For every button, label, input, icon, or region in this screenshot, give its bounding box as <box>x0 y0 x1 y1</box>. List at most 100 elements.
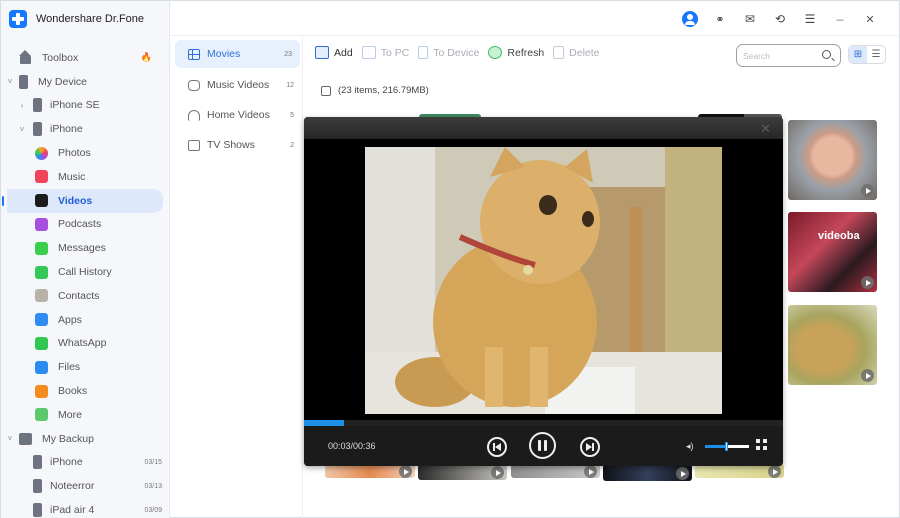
play-icon <box>861 276 874 289</box>
sidebar-item-label: Podcasts <box>58 218 102 231</box>
home-video-icon <box>188 109 200 121</box>
sidebar-item-call-history[interactable]: Call History <box>1 260 170 284</box>
backup-date: 03/09 <box>144 506 162 514</box>
category-count: 5 <box>290 111 294 119</box>
film-icon <box>188 48 200 60</box>
apple-tv-icon <box>35 194 48 208</box>
category-movies[interactable]: Movies 23 <box>175 40 300 68</box>
to-device-button[interactable]: To Device <box>418 46 479 59</box>
sidebar-item-podcasts[interactable]: Podcasts <box>1 213 170 237</box>
video-thumbnail[interactable] <box>325 464 415 478</box>
mail-button[interactable]: ✉ <box>735 10 765 28</box>
phone-call-icon <box>35 265 48 279</box>
search-icon[interactable] <box>822 50 831 59</box>
video-thumbnail[interactable] <box>788 120 877 200</box>
sidebar-item-more[interactable]: More <box>1 403 170 427</box>
video-player: ✕ 00:03/00:36 ◂) <box>304 117 783 466</box>
play-icon <box>676 467 689 480</box>
volume-fill <box>705 445 727 448</box>
select-all-checkbox[interactable] <box>321 85 331 96</box>
add-button[interactable]: Add <box>315 46 353 59</box>
category-tv-shows[interactable]: TV Shows 2 <box>171 130 302 160</box>
sidebar-item-ipad-air-4[interactable]: iPad air 4 03/09 <box>1 498 170 518</box>
phone-icon <box>33 455 42 470</box>
add-icon <box>315 46 329 59</box>
video-thumbnail[interactable] <box>788 305 877 385</box>
sidebar-item-iphone-se[interactable]: › iPhone SE <box>1 94 170 118</box>
sidebar-item-books[interactable]: Books <box>1 379 170 403</box>
sidebar-item-label: Files <box>58 361 81 374</box>
phone-icon <box>33 503 42 518</box>
sidebar-item-label: My Device <box>38 75 88 88</box>
sidebar-item-label: Messages <box>58 242 106 255</box>
history-button[interactable]: ⟲ <box>765 10 795 28</box>
previous-button[interactable] <box>487 437 507 457</box>
play-icon <box>861 369 874 382</box>
video-thumbnail[interactable] <box>603 464 692 481</box>
headset-icon: ⚭ <box>715 13 725 26</box>
select-all-row: (23 items, 216.79MB) <box>321 85 429 96</box>
sidebar-item-iphone[interactable]: iPhone 03/15 <box>1 451 170 475</box>
category-label: Home Videos <box>207 109 270 121</box>
sidebar-item-messages[interactable]: Messages <box>1 236 170 260</box>
sidebar-item-my-device[interactable]: ˅ My Device <box>1 70 170 94</box>
sidebar-item-contacts[interactable]: Contacts <box>1 284 170 308</box>
chevron-down-icon[interactable]: ˅ <box>17 125 27 134</box>
volume-slider[interactable] <box>705 442 749 451</box>
video-frame[interactable] <box>365 147 722 414</box>
app-store-icon <box>35 313 48 327</box>
search-input[interactable] <box>743 50 819 61</box>
sidebar-item-toolbox[interactable]: Toolbox 🔥 <box>1 46 170 70</box>
category-music-videos[interactable]: Music Videos 12 <box>171 70 302 100</box>
volume-icon[interactable]: ◂) <box>686 441 694 452</box>
account-icon <box>682 11 698 27</box>
fullscreen-icon[interactable] <box>756 439 767 450</box>
brand: Wondershare Dr.Fone <box>9 9 144 29</box>
sidebar-item-videos[interactable]: Videos <box>2 188 163 213</box>
sidebar-item-photos[interactable]: Photos <box>1 141 170 165</box>
video-thumbnail[interactable]: videoba <box>788 212 877 292</box>
sidebar-item-files[interactable]: Files <box>1 355 170 379</box>
player-close-button[interactable]: ✕ <box>760 121 771 137</box>
sidebar-item-whatsapp[interactable]: WhatsApp <box>1 332 170 356</box>
music-icon <box>35 170 48 184</box>
tv-icon <box>188 139 200 151</box>
sidebar-item-label: My Backup <box>42 432 94 445</box>
minimize-button[interactable]: – <box>825 10 855 28</box>
add-label: Add <box>334 46 353 59</box>
sidebar-item-apps[interactable]: Apps <box>1 308 170 332</box>
sidebar-item-my-backup[interactable]: ˅ My Backup <box>1 427 170 451</box>
device-icon <box>19 74 28 89</box>
support-button[interactable]: ⚭ <box>705 10 735 28</box>
sidebar-item-noteerror[interactable]: Noteerror 03/13 <box>1 474 170 498</box>
grid-view-button[interactable]: ⊞ <box>849 46 867 63</box>
delete-button[interactable]: Delete <box>553 46 600 59</box>
video-thumbnail[interactable] <box>418 464 507 480</box>
list-icon: ☰ <box>871 49 881 60</box>
pause-button[interactable] <box>529 432 556 459</box>
volume-handle[interactable] <box>725 442 728 451</box>
close-button[interactable]: ✕ <box>855 10 885 28</box>
menu-button[interactable]: ☰ <box>795 10 825 28</box>
sidebar-item-music[interactable]: Music <box>1 165 170 189</box>
thumbnail-caption: videoba <box>818 230 860 242</box>
to-pc-button[interactable]: To PC <box>361 46 409 59</box>
list-view-button[interactable]: ☰ <box>867 46 885 63</box>
account-button[interactable] <box>675 10 705 28</box>
view-toggle: ⊞ ☰ <box>848 45 886 64</box>
next-button[interactable] <box>580 437 600 457</box>
sidebar-item-iphone[interactable]: ˅ iPhone <box>1 117 170 141</box>
category-home-videos[interactable]: Home Videos 5 <box>171 100 302 130</box>
chevron-right-icon[interactable]: › <box>17 101 27 110</box>
chevron-down-icon[interactable]: ˅ <box>5 77 15 86</box>
refresh-button[interactable]: Refresh <box>488 46 544 59</box>
player-header: ✕ <box>304 117 783 139</box>
to-device-label: To Device <box>433 46 480 59</box>
search-box <box>736 44 841 67</box>
chevron-down-icon[interactable]: ˅ <box>5 434 15 443</box>
close-icon: ✕ <box>865 13 875 26</box>
backup-date: 03/15 <box>144 458 162 466</box>
sidebar-item-label: iPad air 4 <box>50 504 95 517</box>
video-thumbnail[interactable] <box>695 464 784 478</box>
video-thumbnail[interactable] <box>511 464 600 478</box>
